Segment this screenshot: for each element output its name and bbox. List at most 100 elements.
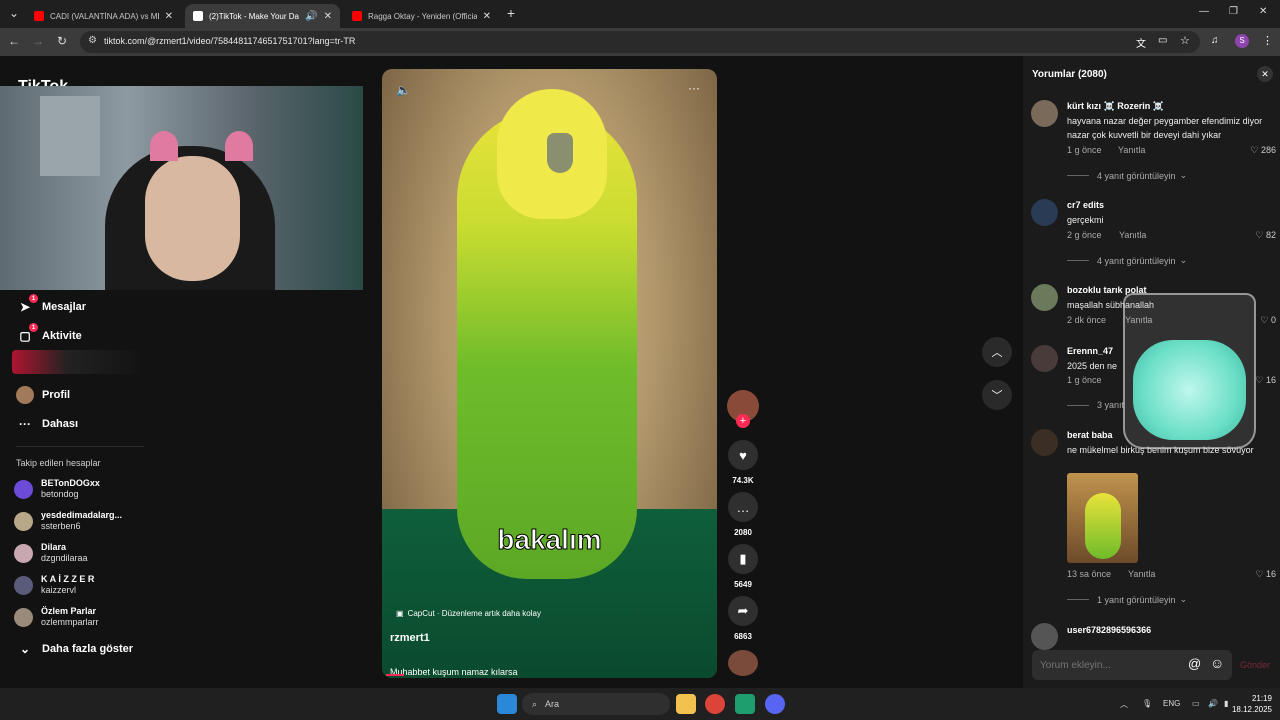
more-options-icon[interactable]: ··· <box>688 81 700 95</box>
tab-tiktok[interactable]: (2)TikTok - Make Your Day 🔊 ✕ <box>185 4 340 28</box>
view-replies-button[interactable]: 4 yanıt görüntüleyin ⌄ <box>1067 255 1187 266</box>
file-explorer-icon[interactable] <box>676 694 696 714</box>
clock[interactable]: 21:19 18.12.2025 <box>1232 693 1272 715</box>
view-replies-button[interactable]: 1 yanıt görüntüleyin ⌄ <box>1067 594 1187 605</box>
close-tab-icon[interactable]: ✕ <box>324 11 332 22</box>
capcut-label[interactable]: ▣ CapCut · Düzenleme artık daha kolay <box>396 609 541 618</box>
comment-image[interactable] <box>1067 473 1138 563</box>
close-comments-button[interactable]: ✕ <box>1257 66 1273 82</box>
comment-like[interactable]: ♡ 82 <box>1255 230 1276 241</box>
new-tab-button[interactable]: + <box>503 5 519 21</box>
cast-icon[interactable]: ▭ <box>1158 35 1167 46</box>
comment-time: 2 dk önce <box>1067 315 1107 325</box>
share-arrow-icon: ➦ <box>737 603 749 618</box>
nav-profile[interactable]: Profil <box>16 386 70 404</box>
volume-icon[interactable]: 🔊 <box>1208 699 1218 708</box>
restore-icon[interactable]: ❐ <box>1229 6 1238 17</box>
nav-messages[interactable]: ➤ 1 Mesajlar <box>16 294 86 316</box>
follow-plus-icon[interactable]: + <box>736 414 750 428</box>
network-icon[interactable]: ▭ <box>1192 699 1200 708</box>
send-button[interactable]: Gönder <box>1240 660 1270 670</box>
site-info-icon[interactable]: ⚙ <box>88 35 97 46</box>
close-tab-icon[interactable]: ✕ <box>165 11 173 22</box>
following-account[interactable]: Özlem Parlar ozlemmparlarr <box>14 606 99 628</box>
comment-author[interactable]: kürt kızı ☠️ Rozerin ☠️ <box>1067 101 1164 112</box>
volume-icon[interactable]: 🔈 <box>396 83 411 97</box>
music-disc-avatar[interactable] <box>728 650 758 676</box>
cat-ear-left <box>150 131 178 161</box>
app-icon[interactable] <box>735 694 755 714</box>
mention-icon[interactable]: @ <box>1188 656 1201 671</box>
menu-kebab-icon[interactable]: ⋮ <box>1262 34 1273 47</box>
bookmark-star-icon[interactable]: ☆ <box>1180 34 1190 47</box>
avatar[interactable] <box>1031 199 1058 226</box>
video-author[interactable]: rzmert1 <box>390 632 430 644</box>
send-icon: ➤ 1 <box>16 294 38 316</box>
view-replies-button[interactable]: 3 yanıt <box>1067 400 1124 410</box>
minimize-icon[interactable]: — <box>1199 6 1209 17</box>
avatar-icon <box>16 386 34 404</box>
translate-icon[interactable]: 文 <box>1136 35 1146 50</box>
like-count: 74.3K <box>732 476 754 485</box>
avatar[interactable] <box>1031 345 1058 372</box>
nav-activity[interactable]: ▢ 1 Aktivite <box>16 323 82 345</box>
emoji-icon[interactable]: ☺ <box>1210 655 1224 671</box>
forward-icon[interactable]: → <box>30 34 46 48</box>
taskbar-search[interactable]: ⌕ Ara <box>522 693 670 715</box>
following-account[interactable]: yesdedimadalarg... ssterben6 <box>14 510 122 532</box>
tab-youtube-cadi[interactable]: CADI (VALANTİNA ADA) vs MEL ✕ <box>26 4 181 28</box>
avatar[interactable] <box>1031 284 1058 311</box>
next-video-button[interactable]: ﹀ <box>982 380 1012 410</box>
view-replies-button[interactable]: 4 yanıt görüntüleyin ⌄ <box>1067 170 1187 181</box>
back-icon[interactable]: ← <box>6 34 22 48</box>
heart-icon: ♥ <box>739 447 747 463</box>
profile-avatar[interactable]: S <box>1235 34 1249 48</box>
following-account[interactable]: K A İ Z Z E Rkaizzervl <box>14 574 94 596</box>
share-button[interactable]: ➦ <box>728 596 758 626</box>
show-more-button[interactable]: ⌄ Daha fazla göster <box>16 640 133 658</box>
language-indicator[interactable]: ENG <box>1163 699 1180 708</box>
comment-author[interactable]: berat baba <box>1067 430 1113 440</box>
reply-button[interactable]: Yanıtla <box>1118 145 1145 155</box>
comment-like[interactable]: ♡ 0 <box>1260 315 1276 326</box>
chrome-icon[interactable] <box>705 694 725 714</box>
avatar[interactable] <box>1031 100 1058 127</box>
tab-youtube-ragga[interactable]: Ragga Oktay - Yeniden (Official ✕ <box>344 4 499 28</box>
like-button[interactable]: ♥ <box>728 440 758 470</box>
tray-chevron-up-icon[interactable]: ︿ <box>1120 699 1128 710</box>
reply-button[interactable]: Yanıtla <box>1119 230 1146 240</box>
progress-bar[interactable] <box>386 674 404 676</box>
microphone-icon[interactable]: 🎙 <box>1142 699 1152 708</box>
save-button[interactable]: ▮ <box>728 544 758 574</box>
avatar[interactable] <box>1031 623 1058 650</box>
comment-input-box[interactable]: @ ☺ <box>1032 650 1232 680</box>
speaker-icon[interactable]: 🔊 <box>305 11 317 22</box>
live-nav-item[interactable] <box>12 350 150 374</box>
comment-like[interactable]: ♡ 16 <box>1255 375 1276 386</box>
avatar[interactable] <box>1031 429 1058 456</box>
tiktok-page: TikTok ➤1 Mesajlar ▢1 Aktivite Profil ··… <box>0 56 1280 688</box>
video-player[interactable]: 🔈 ··· bakalım ▣ CapCut · Düzenleme artık… <box>382 69 717 678</box>
comment-author[interactable]: cr7 edits <box>1067 200 1104 210</box>
comment-author[interactable]: user6782896596366 <box>1067 625 1151 635</box>
comment-like[interactable]: ♡ 16 <box>1255 569 1276 580</box>
reload-icon[interactable]: ↻ <box>54 34 70 48</box>
comment-like[interactable]: ♡ 286 <box>1250 145 1276 156</box>
media-icon[interactable]: ♫ <box>1211 35 1219 46</box>
close-tab-icon[interactable]: ✕ <box>483 11 491 22</box>
following-account[interactable]: BETonDOGxx betondog <box>14 478 100 500</box>
nav-more[interactable]: ··· Dahası <box>16 415 78 433</box>
url-field[interactable]: ⚙ tiktok.com/@rzmert1/video/758448117465… <box>80 31 1200 53</box>
comment-input[interactable] <box>1032 650 1172 680</box>
prev-video-button[interactable]: ︿ <box>982 337 1012 367</box>
tab-search-icon[interactable]: ⌄ <box>6 6 22 20</box>
following-account[interactable]: Dilara dzgndilaraa <box>14 542 88 564</box>
windows-start-icon[interactable] <box>497 694 517 714</box>
reply-button[interactable]: Yanıtla <box>1128 569 1155 579</box>
following-heading: Takip edilen hesaplar <box>16 458 101 468</box>
comment-text: gerçekmi <box>1067 215 1104 225</box>
comment-author[interactable]: Erennn_47 <box>1067 346 1113 356</box>
close-window-icon[interactable]: ✕ <box>1259 6 1267 17</box>
comment-button[interactable]: … <box>728 492 758 522</box>
discord-icon[interactable] <box>765 694 785 714</box>
